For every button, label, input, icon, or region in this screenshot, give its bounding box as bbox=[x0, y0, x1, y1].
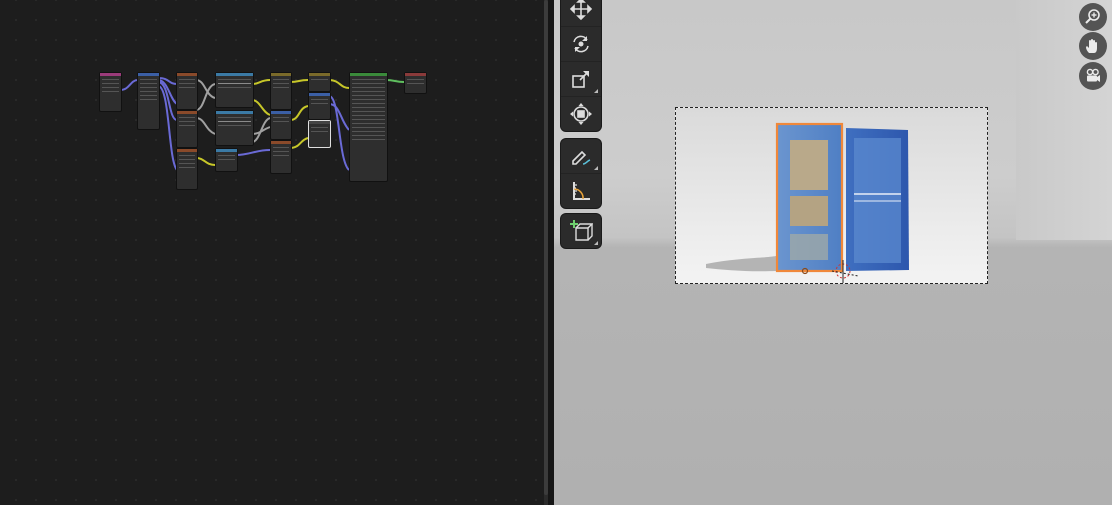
node[interactable] bbox=[404, 72, 427, 94]
scale-tool-button[interactable] bbox=[561, 62, 601, 97]
node[interactable] bbox=[270, 72, 292, 110]
add-cube-icon bbox=[570, 220, 593, 241]
annotate-tools bbox=[561, 139, 601, 208]
node-link bbox=[289, 105, 309, 121]
node-link bbox=[328, 79, 350, 89]
pan-button[interactable] bbox=[1079, 32, 1107, 60]
node[interactable] bbox=[215, 110, 254, 146]
node-link bbox=[251, 99, 271, 116]
node-link bbox=[195, 117, 216, 135]
door-left bbox=[775, 122, 844, 275]
node[interactable] bbox=[308, 120, 331, 148]
node[interactable] bbox=[176, 72, 198, 110]
node-editor[interactable] bbox=[0, 0, 548, 505]
measure-icon bbox=[573, 182, 590, 200]
annotate-tool-button[interactable] bbox=[561, 139, 601, 174]
node[interactable] bbox=[270, 110, 292, 140]
scene-render bbox=[676, 108, 987, 283]
node[interactable] bbox=[176, 148, 198, 190]
node-link bbox=[119, 79, 139, 91]
node-link bbox=[251, 117, 271, 143]
node[interactable] bbox=[308, 92, 331, 120]
rotate-icon bbox=[573, 35, 589, 53]
node-link bbox=[251, 79, 271, 85]
node-link bbox=[289, 137, 309, 149]
camera-icon bbox=[1086, 68, 1100, 82]
node[interactable] bbox=[215, 148, 238, 172]
node[interactable] bbox=[270, 140, 292, 174]
hand-icon bbox=[1086, 39, 1097, 53]
node-link bbox=[328, 95, 350, 171]
node-link bbox=[235, 149, 271, 156]
transform-tool-button[interactable] bbox=[561, 97, 601, 131]
door-right bbox=[846, 128, 909, 271]
node[interactable] bbox=[99, 72, 122, 112]
add-tools bbox=[561, 214, 601, 248]
node-link bbox=[195, 157, 216, 166]
add-cube-tool-button[interactable] bbox=[561, 214, 601, 248]
viewport-3d[interactable] bbox=[554, 0, 1112, 505]
rotate-tool-button[interactable] bbox=[561, 27, 601, 62]
transform-tools bbox=[561, 0, 601, 131]
zoom-button[interactable] bbox=[1079, 3, 1107, 31]
node[interactable] bbox=[308, 72, 331, 92]
move-tool-button[interactable] bbox=[561, 0, 601, 27]
node-link bbox=[385, 79, 405, 83]
transform-icon bbox=[570, 103, 592, 125]
move-icon bbox=[569, 0, 593, 21]
measure-tool-button[interactable] bbox=[561, 174, 601, 208]
node[interactable] bbox=[349, 72, 388, 182]
node[interactable] bbox=[215, 72, 254, 108]
node[interactable] bbox=[176, 110, 198, 148]
zoom-in-icon bbox=[1085, 9, 1100, 24]
camera-view-button[interactable] bbox=[1079, 62, 1107, 90]
annotate-icon bbox=[572, 150, 591, 165]
node[interactable] bbox=[137, 72, 160, 130]
scale-icon bbox=[572, 71, 589, 88]
camera-frame bbox=[675, 107, 988, 284]
node-link bbox=[289, 79, 309, 83]
